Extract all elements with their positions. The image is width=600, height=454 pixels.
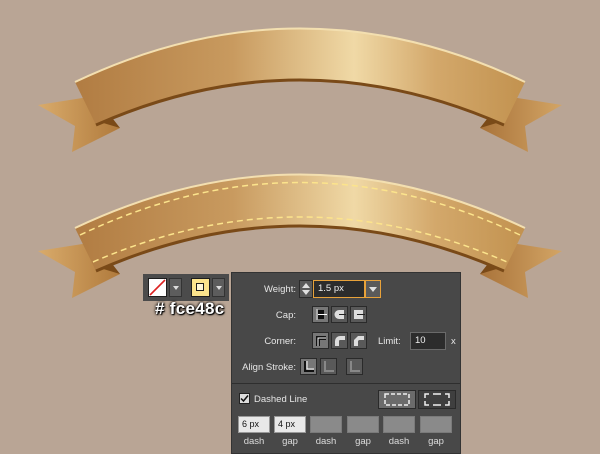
dash-3-label: dash bbox=[388, 436, 410, 447]
dash-3-input[interactable] bbox=[383, 416, 415, 433]
weight-stepper[interactable] bbox=[299, 280, 313, 298]
projecting-cap-button[interactable] bbox=[350, 306, 367, 323]
align-outside-button[interactable] bbox=[346, 358, 363, 375]
align-dash-corners-button[interactable] bbox=[418, 390, 456, 409]
stroke-swatch-control[interactable] bbox=[186, 274, 229, 301]
dashed-line-label: Dashed Line bbox=[254, 394, 308, 405]
corner-label: Corner: bbox=[264, 336, 296, 347]
round-cap-button[interactable] bbox=[331, 306, 348, 323]
round-join-icon bbox=[335, 336, 345, 346]
limit-input[interactable]: 10 bbox=[410, 332, 446, 350]
dashed-line-checkbox[interactable] bbox=[239, 393, 250, 404]
stroke-panel: Weight: 1.5 px Cap: Corner: Limit: 10 x … bbox=[231, 272, 461, 454]
gap-3-label: gap bbox=[428, 436, 444, 447]
gap-1-input[interactable]: 4 px bbox=[274, 416, 306, 433]
butt-cap-button[interactable] bbox=[312, 306, 329, 323]
gap-2-label: gap bbox=[355, 436, 371, 447]
miter-join-icon bbox=[316, 336, 326, 346]
align-outside-icon bbox=[350, 361, 360, 372]
stepper-arrows-icon bbox=[302, 283, 310, 295]
limit-label: Limit: bbox=[378, 336, 401, 347]
stroke-hex-label: # fce48c bbox=[155, 299, 225, 318]
dash-2-input[interactable] bbox=[310, 416, 342, 433]
none-slash-icon bbox=[149, 279, 166, 296]
align-inside-icon bbox=[324, 361, 334, 372]
fill-none-swatch[interactable] bbox=[148, 278, 167, 297]
gap-3-input[interactable] bbox=[420, 416, 452, 433]
miter-join-button[interactable] bbox=[312, 332, 329, 349]
fill-swatch-control[interactable] bbox=[143, 274, 186, 301]
fill-dropdown-arrow[interactable] bbox=[169, 278, 182, 297]
weight-input[interactable]: 1.5 px bbox=[313, 280, 365, 298]
limit-unit: x bbox=[451, 336, 456, 347]
align-center-icon bbox=[304, 361, 314, 372]
round-cap-icon bbox=[334, 310, 346, 319]
projecting-cap-icon bbox=[354, 310, 365, 319]
ribbon-top bbox=[38, 27, 562, 152]
weight-label: Weight: bbox=[263, 284, 296, 295]
ribbon-top-band bbox=[75, 28, 525, 125]
weight-dropdown-button[interactable] bbox=[365, 280, 381, 298]
round-join-button[interactable] bbox=[331, 332, 348, 349]
align-center-button[interactable] bbox=[300, 358, 317, 375]
cap-label: Cap: bbox=[275, 310, 296, 321]
preserve-dash-button[interactable] bbox=[378, 390, 416, 409]
butt-cap-icon bbox=[316, 309, 327, 320]
align-dash-corners-icon bbox=[424, 393, 450, 406]
gap-1-label: gap bbox=[282, 436, 298, 447]
bevel-join-icon bbox=[354, 336, 364, 346]
bevel-join-button[interactable] bbox=[350, 332, 367, 349]
ribbon-bottom-band bbox=[75, 174, 525, 271]
dash-1-label: dash bbox=[243, 436, 265, 447]
dash-2-label: dash bbox=[315, 436, 337, 447]
gap-2-input[interactable] bbox=[347, 416, 379, 433]
stroke-dropdown-arrow[interactable] bbox=[212, 278, 225, 297]
panel-divider bbox=[232, 383, 460, 384]
align-inside-button[interactable] bbox=[320, 358, 337, 375]
stroke-inner-square-icon bbox=[196, 283, 204, 291]
preserve-dash-icon bbox=[384, 393, 410, 406]
dash-1-input[interactable]: 6 px bbox=[238, 416, 270, 433]
chevron-down-icon bbox=[369, 287, 377, 292]
align-stroke-label: Align Stroke: bbox=[242, 362, 296, 373]
stroke-color-swatch[interactable] bbox=[191, 278, 210, 297]
checkmark-icon bbox=[240, 395, 249, 403]
